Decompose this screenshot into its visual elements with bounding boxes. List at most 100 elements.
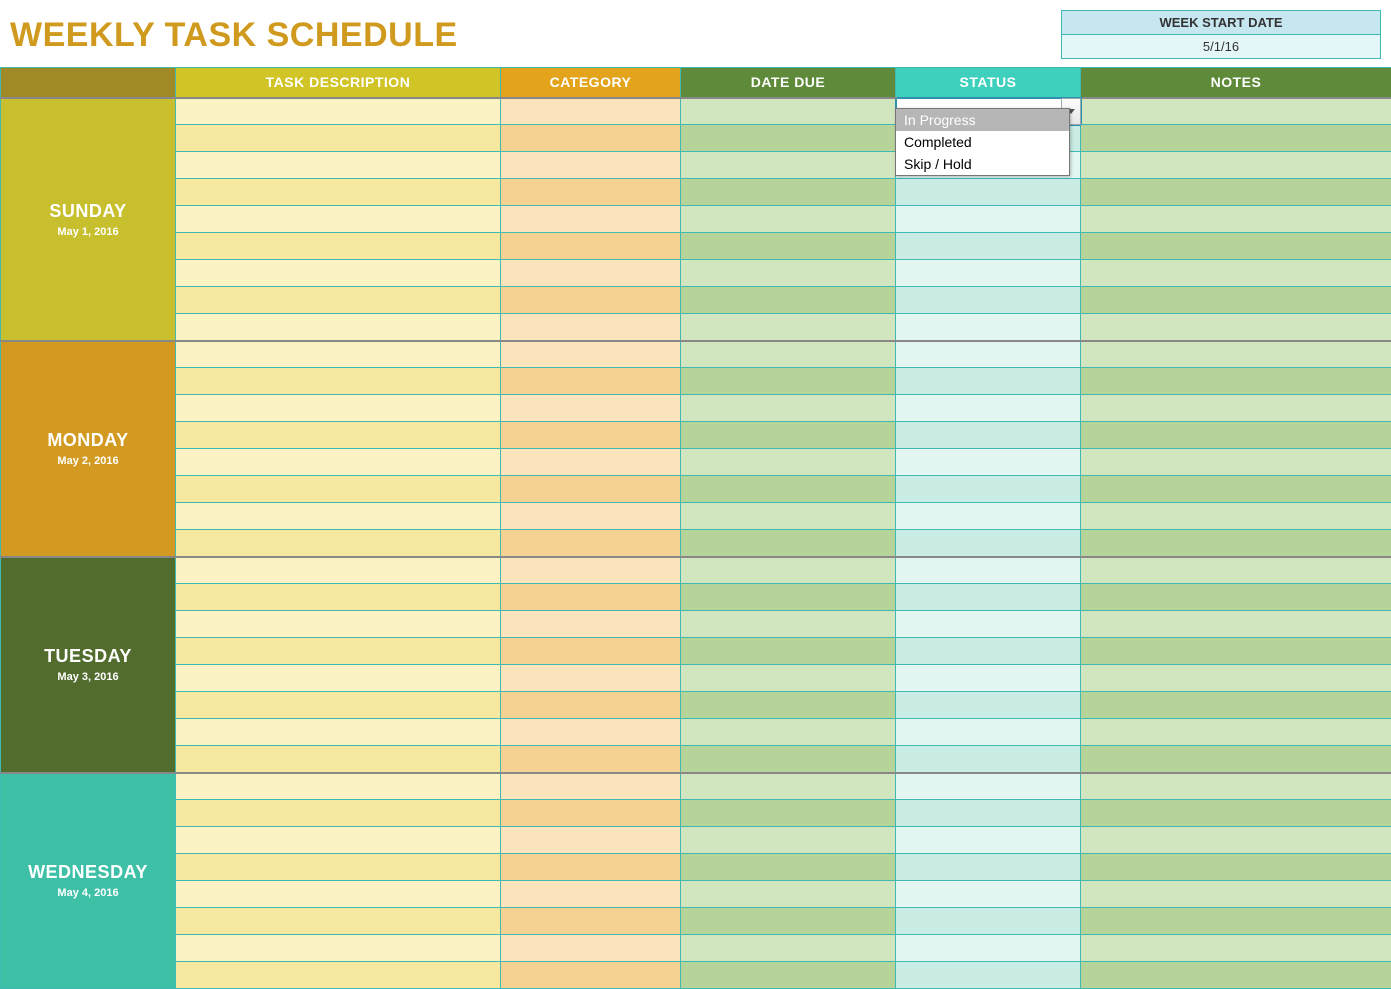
cell-due[interactable] xyxy=(681,476,896,503)
cell-cat[interactable] xyxy=(501,125,681,152)
cell-cat[interactable] xyxy=(501,557,681,584)
cell-task[interactable] xyxy=(176,368,501,395)
cell-stat[interactable] xyxy=(896,719,1081,746)
cell-due[interactable] xyxy=(681,98,896,125)
cell-cat[interactable] xyxy=(501,611,681,638)
cell-due[interactable] xyxy=(681,314,896,341)
cell-due[interactable] xyxy=(681,449,896,476)
cell-stat[interactable] xyxy=(896,233,1081,260)
cell-stat[interactable] xyxy=(896,368,1081,395)
cell-task[interactable] xyxy=(176,179,501,206)
cell-cat[interactable] xyxy=(501,449,681,476)
cell-notes[interactable] xyxy=(1081,530,1391,557)
cell-notes[interactable] xyxy=(1081,611,1391,638)
cell-stat[interactable] xyxy=(896,935,1081,962)
cell-notes[interactable] xyxy=(1081,422,1391,449)
cell-due[interactable] xyxy=(681,827,896,854)
cell-cat[interactable] xyxy=(501,314,681,341)
cell-notes[interactable] xyxy=(1081,341,1391,368)
cell-task[interactable] xyxy=(176,422,501,449)
cell-notes[interactable] xyxy=(1081,800,1391,827)
cell-task[interactable] xyxy=(176,719,501,746)
cell-cat[interactable] xyxy=(501,152,681,179)
cell-stat[interactable] xyxy=(896,449,1081,476)
cell-cat[interactable] xyxy=(501,881,681,908)
cell-notes[interactable] xyxy=(1081,233,1391,260)
cell-due[interactable] xyxy=(681,719,896,746)
cell-task[interactable] xyxy=(176,206,501,233)
cell-cat[interactable] xyxy=(501,233,681,260)
cell-notes[interactable] xyxy=(1081,773,1391,800)
cell-stat[interactable] xyxy=(896,611,1081,638)
cell-notes[interactable] xyxy=(1081,908,1391,935)
cell-stat[interactable] xyxy=(896,746,1081,773)
cell-stat[interactable] xyxy=(896,341,1081,368)
cell-cat[interactable] xyxy=(501,584,681,611)
status-option[interactable]: Skip / Hold xyxy=(896,153,1069,175)
cell-notes[interactable] xyxy=(1081,746,1391,773)
cell-task[interactable] xyxy=(176,692,501,719)
cell-notes[interactable] xyxy=(1081,287,1391,314)
cell-due[interactable] xyxy=(681,233,896,260)
cell-task[interactable] xyxy=(176,233,501,260)
cell-notes[interactable] xyxy=(1081,476,1391,503)
cell-notes[interactable] xyxy=(1081,395,1391,422)
cell-stat[interactable] xyxy=(896,476,1081,503)
status-dropdown-list[interactable]: In ProgressCompletedSkip / Hold xyxy=(895,108,1070,176)
cell-task[interactable] xyxy=(176,854,501,881)
cell-due[interactable] xyxy=(681,395,896,422)
cell-cat[interactable] xyxy=(501,422,681,449)
status-option[interactable]: In Progress xyxy=(896,109,1069,131)
cell-due[interactable] xyxy=(681,368,896,395)
cell-cat[interactable] xyxy=(501,962,681,989)
cell-task[interactable] xyxy=(176,611,501,638)
cell-notes[interactable] xyxy=(1081,368,1391,395)
cell-cat[interactable] xyxy=(501,719,681,746)
cell-task[interactable] xyxy=(176,773,501,800)
cell-due[interactable] xyxy=(681,503,896,530)
cell-due[interactable] xyxy=(681,746,896,773)
week-start-value[interactable]: 5/1/16 xyxy=(1062,35,1380,58)
cell-notes[interactable] xyxy=(1081,665,1391,692)
cell-cat[interactable] xyxy=(501,341,681,368)
status-option[interactable]: Completed xyxy=(896,131,1069,153)
cell-cat[interactable] xyxy=(501,395,681,422)
cell-stat[interactable] xyxy=(896,665,1081,692)
cell-task[interactable] xyxy=(176,935,501,962)
cell-due[interactable] xyxy=(681,584,896,611)
cell-cat[interactable] xyxy=(501,638,681,665)
cell-notes[interactable] xyxy=(1081,449,1391,476)
cell-due[interactable] xyxy=(681,260,896,287)
cell-cat[interactable] xyxy=(501,503,681,530)
cell-stat[interactable] xyxy=(896,530,1081,557)
cell-cat[interactable] xyxy=(501,206,681,233)
cell-due[interactable] xyxy=(681,530,896,557)
cell-cat[interactable] xyxy=(501,179,681,206)
cell-stat[interactable] xyxy=(896,692,1081,719)
cell-task[interactable] xyxy=(176,665,501,692)
cell-due[interactable] xyxy=(681,611,896,638)
cell-cat[interactable] xyxy=(501,935,681,962)
cell-notes[interactable] xyxy=(1081,692,1391,719)
cell-due[interactable] xyxy=(681,152,896,179)
cell-cat[interactable] xyxy=(501,530,681,557)
cell-cat[interactable] xyxy=(501,827,681,854)
cell-notes[interactable] xyxy=(1081,152,1391,179)
cell-task[interactable] xyxy=(176,827,501,854)
cell-notes[interactable] xyxy=(1081,125,1391,152)
cell-cat[interactable] xyxy=(501,368,681,395)
cell-due[interactable] xyxy=(681,908,896,935)
cell-cat[interactable] xyxy=(501,746,681,773)
cell-notes[interactable] xyxy=(1081,881,1391,908)
cell-due[interactable] xyxy=(681,557,896,584)
cell-notes[interactable] xyxy=(1081,503,1391,530)
cell-due[interactable] xyxy=(681,854,896,881)
cell-stat[interactable] xyxy=(896,287,1081,314)
cell-task[interactable] xyxy=(176,152,501,179)
cell-notes[interactable] xyxy=(1081,584,1391,611)
cell-task[interactable] xyxy=(176,287,501,314)
cell-stat[interactable] xyxy=(896,584,1081,611)
cell-cat[interactable] xyxy=(501,665,681,692)
cell-task[interactable] xyxy=(176,800,501,827)
cell-notes[interactable] xyxy=(1081,260,1391,287)
